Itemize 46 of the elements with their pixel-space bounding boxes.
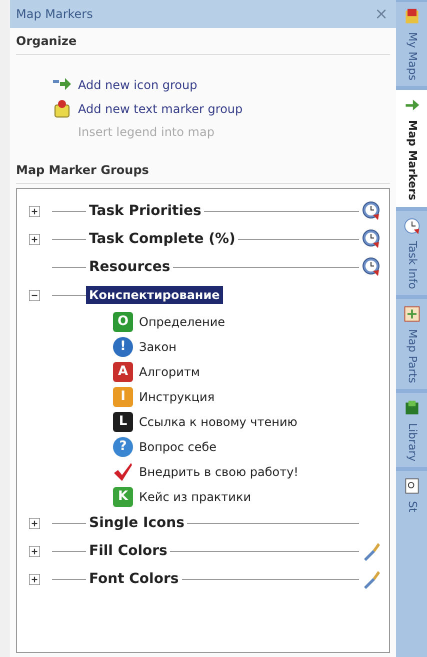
side-tab[interactable]: Map Parts	[396, 298, 427, 390]
marker-label[interactable]: Алгоритм	[139, 362, 200, 380]
page-icon	[402, 477, 420, 496]
group-name[interactable]: Task Priorities	[86, 200, 204, 222]
collapse-toggle[interactable]	[29, 290, 40, 300]
clock-icon	[361, 257, 381, 277]
expand-toggle[interactable]	[29, 574, 40, 584]
action-link[interactable]: Add new text marker group	[52, 99, 396, 119]
group-name[interactable]: Конспектирование	[86, 286, 223, 304]
action-link[interactable]: Add new icon group	[52, 75, 396, 95]
letter-icon: I	[113, 386, 133, 406]
marker-label[interactable]: Определение	[139, 312, 226, 330]
bubble-icon: !	[113, 336, 133, 356]
expand-toggle[interactable]	[29, 234, 40, 244]
group-name[interactable]: Single Icons	[86, 512, 188, 534]
group-name[interactable]: Task Complete (%)	[86, 228, 238, 250]
clock-icon	[361, 229, 381, 249]
expand-toggle[interactable]	[29, 546, 40, 556]
section-heading: Organize	[15, 33, 78, 50]
marker-label[interactable]: Кейс из практики	[139, 488, 252, 506]
marker-label[interactable]: Инструкция	[139, 388, 215, 406]
side-tab[interactable]: Task Info	[396, 210, 427, 295]
expand-toggle[interactable]	[29, 518, 40, 528]
letter-icon: L	[113, 412, 133, 432]
group-name[interactable]: Resources	[86, 256, 174, 278]
expand-toggle[interactable]	[29, 206, 40, 216]
marker-label[interactable]: Внедрить в свою работу!	[139, 462, 298, 480]
add-icon	[52, 99, 72, 119]
marker-label[interactable]: Вопрос себе	[139, 438, 217, 456]
clock-icon	[402, 216, 420, 235]
letter-icon: K	[113, 486, 133, 506]
bubble-icon: ?	[113, 436, 133, 456]
side-tab[interactable]: Library	[396, 393, 427, 468]
panel-title: Map Markers	[16, 6, 93, 23]
clock-icon	[361, 201, 381, 221]
letter-icon: O	[113, 312, 133, 332]
side-tab[interactable]: Map Markers	[396, 90, 427, 207]
section-heading: Map Marker Groups	[15, 162, 150, 179]
marker-label[interactable]: Ссылка к новому чтению	[139, 412, 298, 430]
group-name[interactable]: Font Colors	[86, 568, 182, 590]
group-name[interactable]: Fill Colors	[86, 540, 170, 562]
side-tab[interactable]: St	[396, 471, 427, 657]
side-tab[interactable]: My Maps	[396, 2, 427, 86]
marker-label[interactable]: Закон	[139, 338, 176, 356]
folder-icon	[402, 8, 420, 26]
letter-icon: A	[113, 362, 133, 382]
